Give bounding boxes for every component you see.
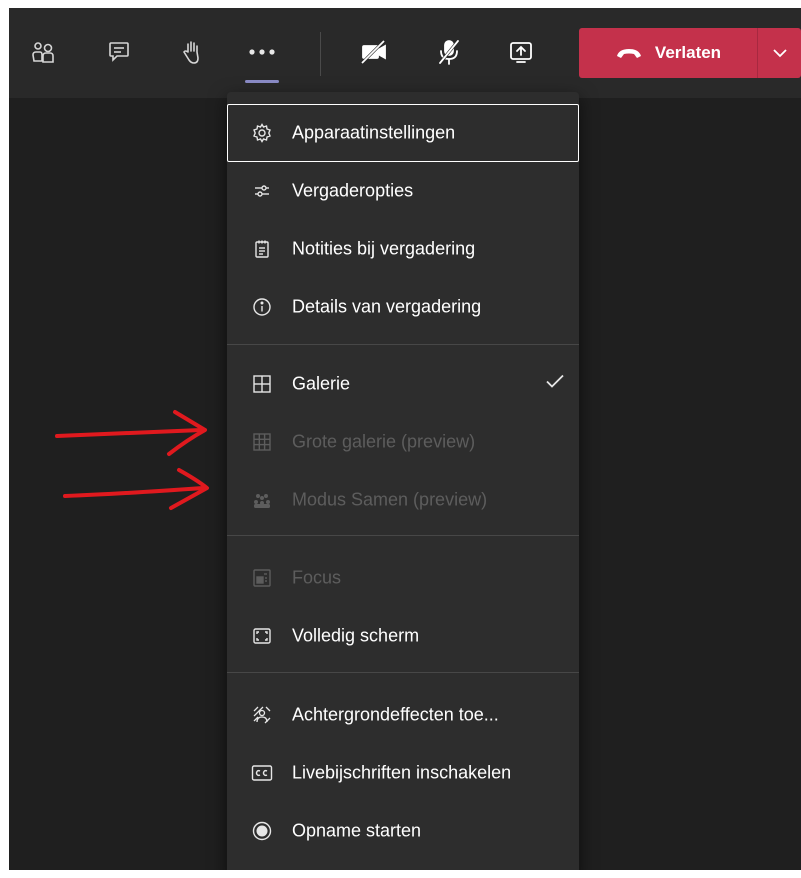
menu-item-label: Vergaderopties <box>292 180 414 201</box>
menu-item-label: Focus <box>292 567 342 588</box>
menu-divider <box>227 344 579 345</box>
menu-item-meeting-details[interactable]: Details van vergadering <box>227 278 579 336</box>
annotation-arrows <box>55 410 209 510</box>
menu-item-label: Galerie <box>292 373 351 394</box>
menu-item-focus: Focus <box>227 549 579 607</box>
menu-item-label: Apparaatinstellingen <box>292 122 456 143</box>
menu-item-label: Modus Samen (preview) <box>292 489 488 510</box>
menu-item-large-gallery: Grote galerie (preview) <box>227 413 579 471</box>
menu-item-label: Details van vergadering <box>292 296 482 317</box>
checkmark-icon <box>545 374 565 395</box>
menu-item-live-captions[interactable]: Livebijschriften inschakelen <box>227 744 579 802</box>
gear-icon <box>251 122 273 144</box>
menu-item-fullscreen[interactable]: Volledig scherm <box>227 607 579 665</box>
record-icon <box>251 820 273 842</box>
hang-up-icon <box>616 49 641 58</box>
menu-item-label: Achtergrondeffecten toe... <box>292 704 499 725</box>
menu-item-label: Grote galerie (preview) <box>292 431 476 452</box>
info-icon <box>251 296 273 318</box>
mic-off-icon[interactable] <box>429 32 469 72</box>
captions-icon <box>251 762 273 784</box>
sliders-icon <box>251 180 273 202</box>
leave-button-group: Verlaten <box>579 28 801 78</box>
leave-label: Verlaten <box>654 43 722 62</box>
large-grid-icon <box>251 431 273 453</box>
menu-item-meeting-options[interactable]: Vergaderopties <box>227 162 579 220</box>
menu-divider <box>227 672 579 673</box>
active-tab-indicator <box>245 80 279 83</box>
annotation-arrow-2-shaft <box>63 486 205 498</box>
background-effects-icon <box>251 704 273 726</box>
annotation-arrow-1-shaft <box>55 428 203 438</box>
leave-dropdown-button[interactable] <box>758 28 801 78</box>
together-mode-icon <box>251 489 273 511</box>
meeting-stage: Verlaten Apparaatinstellingen Vergaderop… <box>9 8 801 870</box>
menu-divider <box>227 535 579 536</box>
leave-button[interactable]: Verlaten <box>579 28 757 78</box>
menu-item-start-recording[interactable]: Opname starten <box>227 802 579 860</box>
notes-icon <box>251 238 273 260</box>
menu-item-label: Opname starten <box>292 820 422 841</box>
more-options-menu: Apparaatinstellingen Vergaderopties Noti… <box>227 92 579 870</box>
menu-item-background-effects[interactable]: Achtergrondeffecten toe... <box>227 686 579 744</box>
share-screen-icon[interactable] <box>501 32 541 72</box>
menu-item-label: Livebijschriften inschakelen <box>292 762 512 783</box>
camera-off-icon[interactable] <box>354 32 394 72</box>
fullscreen-icon <box>251 625 273 647</box>
menu-item-label: Volledig scherm <box>292 625 420 646</box>
menu-item-together-mode: Modus Samen (preview) <box>227 471 579 529</box>
menu-item-label: Notities bij vergadering <box>292 238 476 259</box>
chevron-down-icon <box>772 49 787 58</box>
focus-icon <box>251 567 273 589</box>
menu-item-meeting-notes[interactable]: Notities bij vergadering <box>227 220 579 278</box>
toolbar-separator <box>320 32 321 76</box>
menu-item-device-settings[interactable]: Apparaatinstellingen <box>227 104 579 162</box>
grid-icon <box>251 373 273 395</box>
menu-item-gallery[interactable]: Galerie <box>227 355 579 413</box>
